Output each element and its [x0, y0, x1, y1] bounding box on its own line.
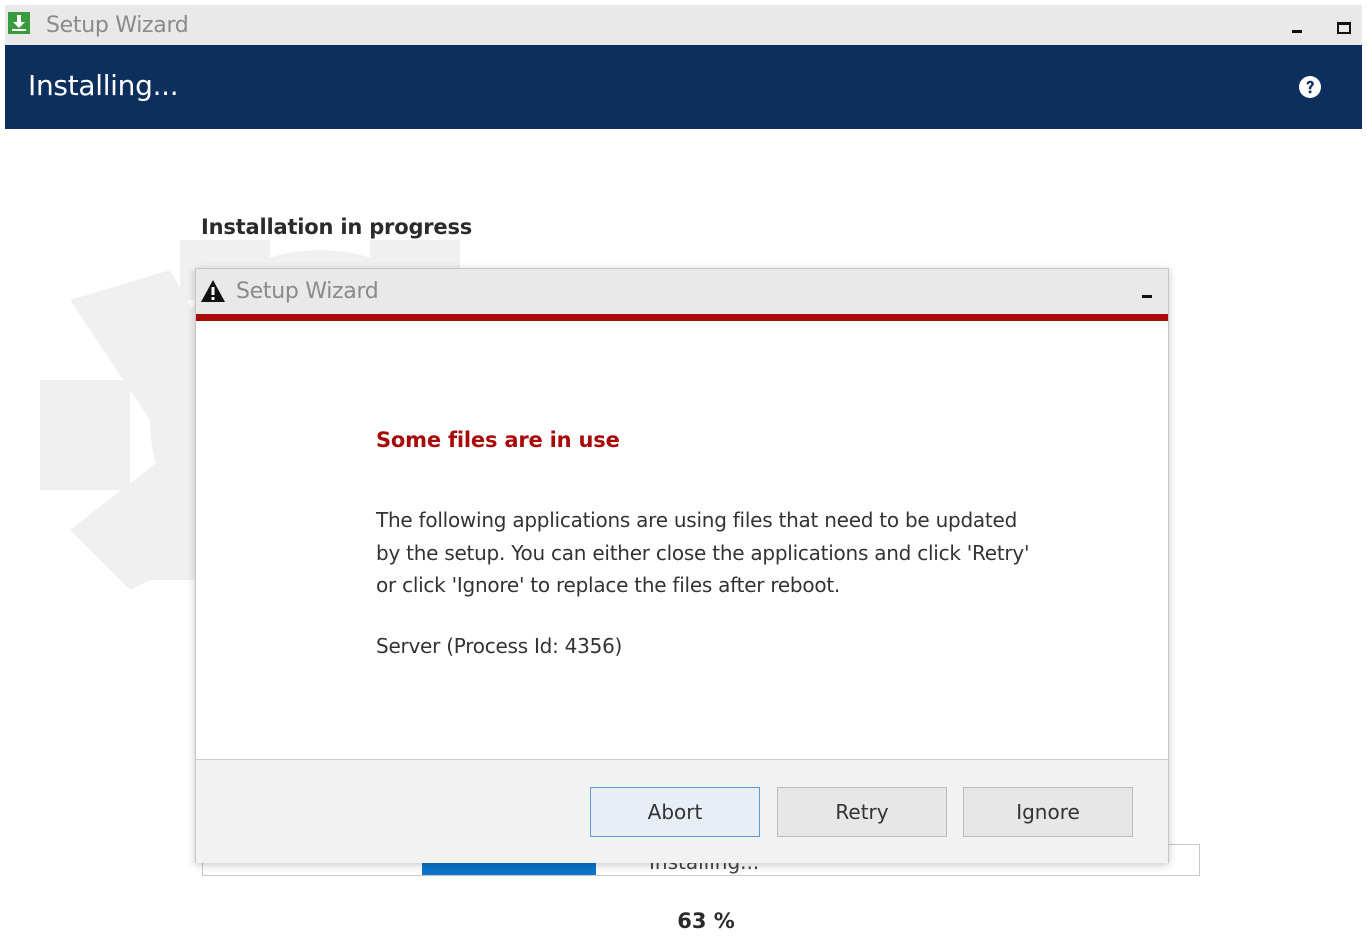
dialog-minimize-button[interactable]	[1134, 279, 1160, 305]
section-heading: Installation in progress	[201, 215, 473, 239]
dialog-message-line: The following applications are using fil…	[376, 508, 1018, 532]
maximize-button[interactable]	[1329, 11, 1357, 39]
retry-button[interactable]: Retry	[777, 787, 947, 837]
dialog-body: Some files are in use The following appl…	[196, 321, 1168, 758]
page-title: Installing...	[28, 69, 179, 102]
dialog-message-line: or click 'Ignore' to replace the files a…	[376, 573, 841, 597]
dialog-footer: Abort Retry Ignore	[196, 759, 1168, 863]
minimize-button[interactable]	[1283, 11, 1311, 39]
setup-download-icon	[8, 12, 30, 34]
progress-percent: 63 %	[677, 909, 735, 933]
warning-icon	[201, 280, 225, 302]
process-info: Server (Process Id: 4356)	[376, 634, 623, 658]
dialog-heading: Some files are in use	[376, 428, 620, 452]
dialog-message: The following applications are using fil…	[376, 504, 1096, 602]
page-header: Installing...	[5, 45, 1362, 129]
files-in-use-dialog: Setup Wizard Some files are in use The f…	[195, 268, 1169, 863]
help-icon[interactable]	[1298, 75, 1322, 99]
window-title: Setup Wizard	[46, 13, 189, 38]
dialog-titlebar[interactable]: Setup Wizard	[196, 269, 1168, 321]
window-titlebar[interactable]: Setup Wizard	[5, 5, 1362, 45]
dialog-title: Setup Wizard	[236, 279, 379, 304]
dialog-message-line: by the setup. You can either close the a…	[376, 540, 1030, 565]
abort-button[interactable]: Abort	[590, 787, 760, 837]
ignore-button[interactable]: Ignore	[963, 787, 1133, 837]
